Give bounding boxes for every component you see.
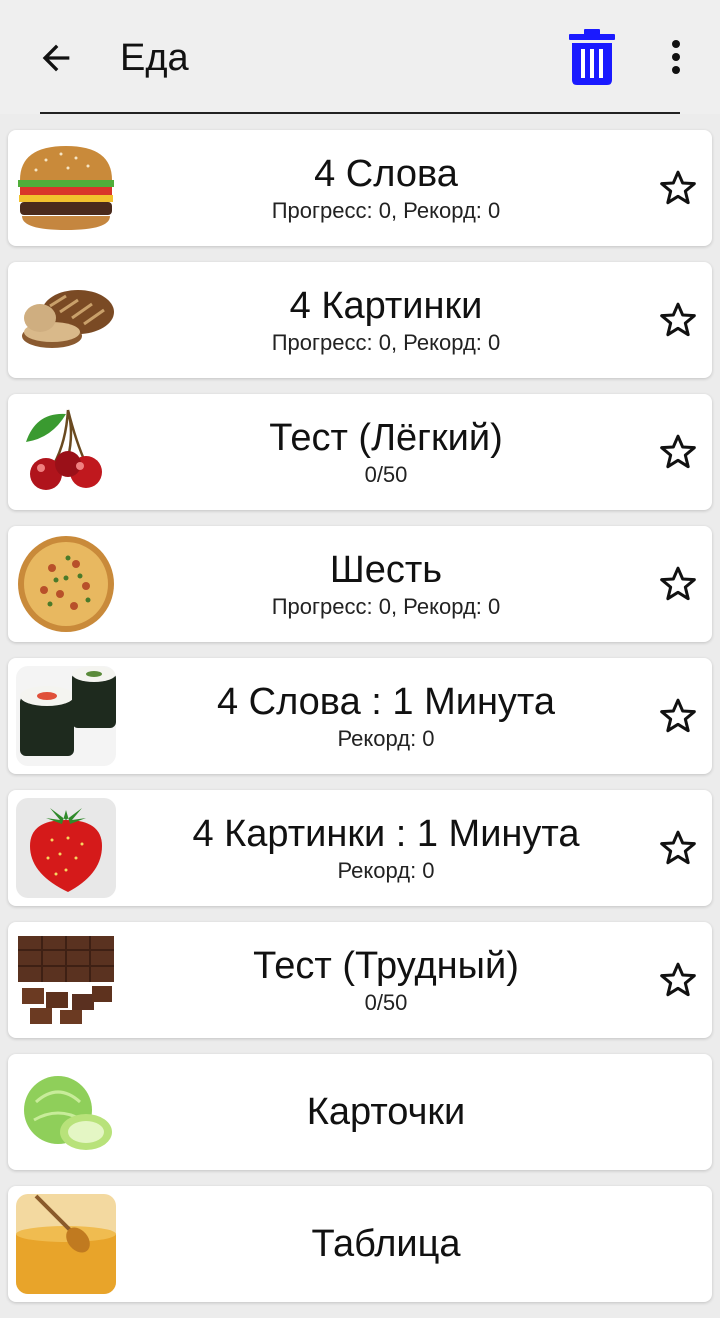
favorite-button[interactable] [654,692,702,740]
mode-subtitle: 0/50 [364,990,408,1015]
mode-text: Тест (Лёгкий) 0/50 [126,394,646,510]
page-title: Еда [120,37,189,79]
mode-card-4-pictures[interactable]: 4 Картинки Прогресс: 0, Рекорд: 0 [8,262,712,378]
favorite-button[interactable] [654,296,702,344]
favorite-button[interactable] [654,560,702,608]
mode-card-table[interactable]: Таблица [8,1186,712,1302]
cabbage-image [16,1062,116,1162]
mode-list: 4 Слова Прогресс: 0, Рекорд: 0 4 Картинк… [8,130,712,1318]
honey-image [16,1194,116,1294]
mode-subtitle: Рекорд: 0 [337,726,435,751]
star-outline-icon [660,434,696,469]
mode-card-4-pictures-1-minute[interactable]: 4 Картинки : 1 Минута Рекорд: 0 [8,790,712,906]
bread-image [16,270,116,370]
mode-text: 4 Слова Прогресс: 0, Рекорд: 0 [126,130,646,246]
star-outline-icon [660,566,696,601]
mode-card-six[interactable]: Шесть Прогресс: 0, Рекорд: 0 [8,526,712,642]
pizza-image [16,534,116,634]
cherries-image [16,402,116,502]
mode-text: 4 Картинки Прогресс: 0, Рекорд: 0 [126,262,646,378]
burger-image [16,138,116,238]
star-outline-icon [660,830,696,865]
favorite-button[interactable] [654,164,702,212]
app-bar: Еда [0,0,720,114]
mode-title: Карточки [306,1091,466,1133]
mode-text: Таблица [126,1186,646,1302]
header-divider [40,112,680,114]
mode-text: Шесть Прогресс: 0, Рекорд: 0 [126,526,646,642]
mode-card-test-easy[interactable]: Тест (Лёгкий) 0/50 [8,394,712,510]
mode-subtitle: Прогресс: 0, Рекорд: 0 [271,198,501,223]
mode-subtitle: 0/50 [364,462,408,487]
sushi-image [16,666,116,766]
mode-text: 4 Слова : 1 Минута Рекорд: 0 [126,658,646,774]
star-outline-icon [660,698,696,733]
chocolate-image [16,930,116,1030]
mode-title: 4 Картинки [289,285,483,327]
star-outline-icon [660,962,696,997]
strawberry-image [16,798,116,898]
favorite-button[interactable] [654,956,702,1004]
mode-subtitle: Прогресс: 0, Рекорд: 0 [271,330,501,355]
mode-title: 4 Слова : 1 Минута [216,681,556,723]
star-outline-icon [660,170,696,205]
favorite-button[interactable] [654,428,702,476]
mode-subtitle: Прогресс: 0, Рекорд: 0 [271,594,501,619]
mode-title: Таблица [311,1223,461,1265]
mode-title: 4 Картинки : 1 Минута [192,813,580,855]
trash-icon [569,29,615,85]
mode-title: Шесть [329,549,443,591]
mode-text: 4 Картинки : 1 Минута Рекорд: 0 [126,790,646,906]
mode-title: Тест (Лёгкий) [269,417,503,459]
mode-title: 4 Слова [314,153,458,195]
delete-button[interactable] [562,26,622,88]
overflow-menu-button[interactable] [652,30,700,84]
star-outline-icon [660,302,696,337]
mode-text: Тест (Трудный) 0/50 [126,922,646,1038]
mode-text: Карточки [126,1054,646,1170]
mode-card-test-hard[interactable]: Тест (Трудный) 0/50 [8,922,712,1038]
mode-title: Тест (Трудный) [253,945,519,987]
mode-card-flashcards[interactable]: Карточки [8,1054,712,1170]
back-button[interactable] [30,32,82,84]
favorite-button[interactable] [654,824,702,872]
mode-card-4-words[interactable]: 4 Слова Прогресс: 0, Рекорд: 0 [8,130,712,246]
mode-card-4-words-1-minute[interactable]: 4 Слова : 1 Минута Рекорд: 0 [8,658,712,774]
mode-subtitle: Рекорд: 0 [337,858,435,883]
arrow-left-icon [42,44,70,72]
more-vert-icon [672,40,680,74]
